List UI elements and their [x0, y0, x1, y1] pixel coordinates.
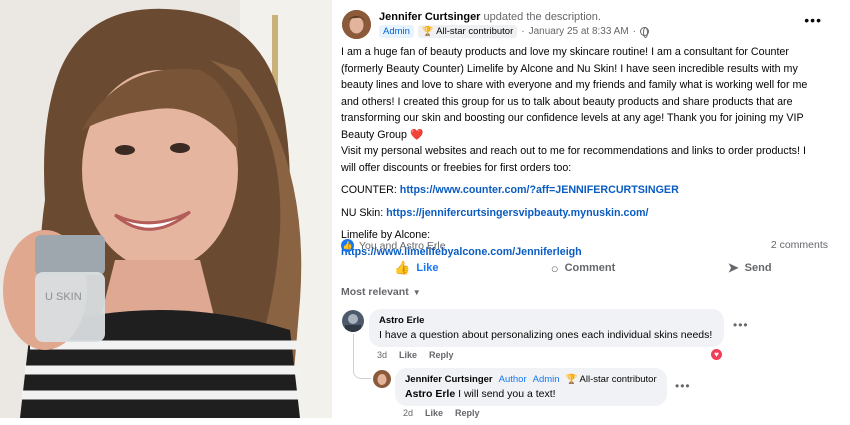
comment-meta: 3d Like Reply	[377, 350, 454, 360]
comment-time[interactable]: 3d	[377, 350, 387, 360]
reply-text: I will send you a text!	[458, 388, 556, 400]
comment-label: Comment	[564, 262, 616, 274]
author-tag: Author	[498, 374, 527, 385]
reply-reply-button[interactable]: Reply	[455, 408, 480, 418]
action-text: updated the description.	[483, 11, 601, 23]
reply-avatar[interactable]	[373, 370, 391, 388]
author-avatar[interactable]	[342, 10, 371, 39]
comment-more-icon[interactable]: •••	[733, 318, 749, 332]
post-header: Jennifer Curtsinger updated the descript…	[379, 11, 601, 23]
trophy-icon: 🏆	[421, 26, 434, 36]
reply-body: Astro Erle I will send you a text!	[405, 387, 657, 401]
reply-mention[interactable]: Astro Erle	[405, 388, 455, 400]
more-icon[interactable]: •••	[804, 12, 822, 28]
heart-icon: ❤️	[409, 128, 424, 141]
reaction-summary[interactable]: 👍 You and Astro Erle	[341, 239, 446, 252]
admin-badge: Admin	[379, 25, 414, 38]
reply-like-button[interactable]: Like	[425, 408, 443, 418]
like-icon: 👍	[394, 260, 411, 275]
send-label: Send	[744, 262, 772, 274]
action-bar: 👍 Like ○ Comment ➤ Send	[333, 256, 833, 280]
reply-more-icon[interactable]: •••	[675, 379, 691, 393]
like-reaction-icon: 👍	[341, 239, 354, 252]
commenter-name[interactable]: Astro Erle	[379, 314, 714, 328]
send-button[interactable]: ➤ Send	[666, 256, 833, 280]
trophy-icon: 🏆	[565, 374, 578, 385]
send-icon: ➤	[727, 260, 739, 275]
post-timestamp[interactable]: January 25 at 8:33 AM	[529, 26, 629, 37]
comment-bubble: Astro Erle I have a question about perso…	[369, 309, 724, 347]
nuskin-label: NU Skin:	[341, 206, 384, 219]
post-panel: Jennifer Curtsinger updated the descript…	[333, 0, 850, 425]
contributor-badge: 🏆 All-star contributor	[417, 25, 518, 38]
caret-down-icon: ▼	[412, 287, 421, 297]
like-button[interactable]: 👍 Like	[333, 256, 500, 280]
reply-header: Jennifer Curtsinger Author Admin 🏆 All-s…	[405, 373, 657, 387]
contributor-badge-label: All-star contributor	[436, 26, 514, 37]
commenter-avatar[interactable]	[342, 310, 364, 332]
post-paragraph-1: I am a huge fan of beauty products and l…	[341, 44, 815, 143]
post-body: I am a huge fan of beauty products and l…	[341, 44, 815, 260]
comment-icon: ○	[550, 260, 559, 276]
reactors-text: You and Astro Erle	[359, 239, 446, 252]
svg-text:U SKIN: U SKIN	[45, 291, 82, 303]
thread-connector	[353, 334, 371, 379]
reply-contributor-badge: 🏆 All-star contributor	[566, 373, 657, 387]
author-name[interactable]: Jennifer Curtsinger	[379, 11, 480, 23]
nuskin-link[interactable]: https://jennifercurtsingersvipbeauty.myn…	[386, 207, 648, 219]
sort-label: Most relevant	[341, 286, 409, 298]
comment-like-button[interactable]: Like	[399, 350, 417, 360]
counter-label: COUNTER:	[341, 184, 397, 196]
like-label: Like	[416, 262, 439, 274]
reply-contributor-label: All-star contributor	[579, 374, 657, 385]
meta-separator: ·	[521, 26, 525, 37]
photo-illustration: U SKIN	[0, 0, 332, 418]
counter-line: COUNTER: https://www.counter.com/?aff=JE…	[341, 182, 815, 199]
globe-icon	[640, 27, 650, 38]
post-photo[interactable]: U SKIN	[0, 0, 332, 418]
heart-reaction-icon[interactable]: ♥	[710, 348, 723, 361]
admin-tag: Admin	[532, 374, 560, 385]
paragraph-1-text: I am a huge fan of beauty products and l…	[341, 46, 808, 141]
post-paragraph-2: Visit my personal websites and reach out…	[341, 145, 806, 174]
reply-author[interactable]: Jennifer Curtsinger	[405, 373, 493, 387]
sort-dropdown[interactable]: Most relevant ▼	[341, 286, 421, 298]
comment-reply-button[interactable]: Reply	[429, 350, 454, 360]
comment-count[interactable]: 2 comments	[771, 239, 828, 251]
meta-separator-2: ·	[632, 26, 637, 37]
reply-meta: 2d Like Reply	[403, 408, 480, 418]
post-meta: Admin 🏆 All-star contributor · January 2…	[379, 25, 650, 38]
reply-bubble: Jennifer Curtsinger Author Admin 🏆 All-s…	[395, 368, 667, 406]
counter-link[interactable]: https://www.counter.com/?aff=JENNIFERCUR…	[400, 184, 679, 196]
comment-text: I have a question about personalizing on…	[379, 329, 713, 341]
reply-time[interactable]: 2d	[403, 408, 413, 418]
nuskin-line: NU Skin: https://jennifercurtsingersvipb…	[341, 205, 815, 222]
comment-button[interactable]: ○ Comment	[500, 256, 667, 280]
